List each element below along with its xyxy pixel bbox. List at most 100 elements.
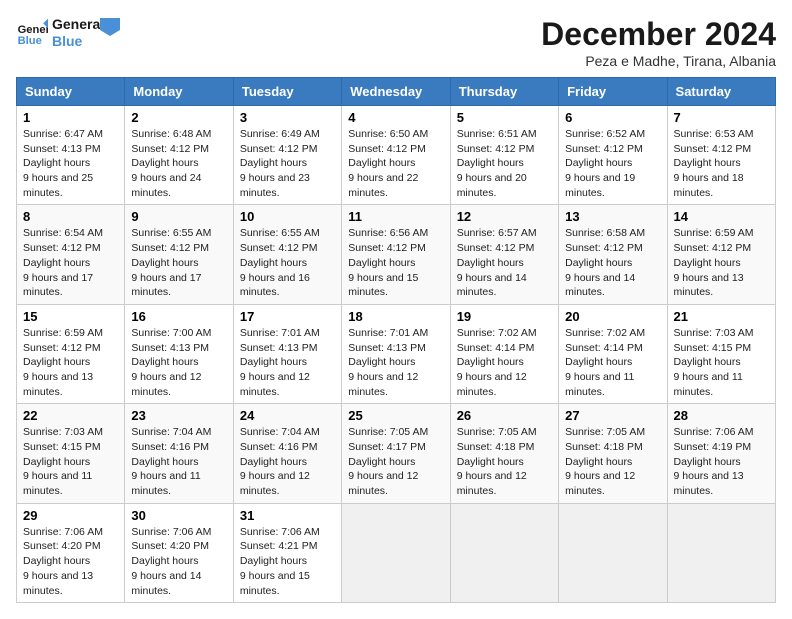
day-info: Sunrise: 7:01 AMSunset: 4:13 PMDaylight … (348, 326, 443, 399)
col-header-tuesday: Tuesday (233, 78, 341, 106)
day-info: Sunrise: 6:54 AMSunset: 4:12 PMDaylight … (23, 226, 118, 299)
logo-icon: General Blue (16, 17, 48, 49)
page-header: General Blue General Blue December 2024 … (16, 16, 776, 69)
calendar-table: SundayMondayTuesdayWednesdayThursdayFrid… (16, 77, 776, 603)
day-info: Sunrise: 6:57 AMSunset: 4:12 PMDaylight … (457, 226, 552, 299)
day-info: Sunrise: 7:05 AMSunset: 4:18 PMDaylight … (565, 425, 660, 498)
day-number: 16 (131, 309, 226, 324)
day-number: 4 (348, 110, 443, 125)
location-subtitle: Peza e Madhe, Tirana, Albania (541, 53, 776, 69)
calendar-cell: 25 Sunrise: 7:05 AMSunset: 4:17 PMDayligh… (342, 404, 450, 503)
day-info: Sunrise: 6:56 AMSunset: 4:12 PMDaylight … (348, 226, 443, 299)
day-info: Sunrise: 6:59 AMSunset: 4:12 PMDaylight … (23, 326, 118, 399)
day-number: 17 (240, 309, 335, 324)
calendar-cell: 8 Sunrise: 6:54 AMSunset: 4:12 PMDaylight… (17, 205, 125, 304)
day-number: 7 (674, 110, 769, 125)
day-number: 15 (23, 309, 118, 324)
calendar-cell: 31 Sunrise: 7:06 AMSunset: 4:21 PMDayligh… (233, 503, 341, 602)
calendar-cell: 1Sunrise: 6:47 AMSunset: 4:13 PMDaylight… (17, 106, 125, 205)
day-info: Sunrise: 6:52 AMSunset: 4:12 PMDaylight … (565, 127, 660, 200)
calendar-week-row: 22 Sunrise: 7:03 AMSunset: 4:15 PMDayligh… (17, 404, 776, 503)
calendar-cell: 29 Sunrise: 7:06 AMSunset: 4:20 PMDayligh… (17, 503, 125, 602)
day-info: Sunrise: 6:55 AMSunset: 4:12 PMDaylight … (240, 226, 335, 299)
day-number: 27 (565, 408, 660, 423)
day-info: Sunrise: 7:03 AMSunset: 4:15 PMDaylight … (674, 326, 769, 399)
day-number: 28 (674, 408, 769, 423)
day-number: 26 (457, 408, 552, 423)
day-info: Sunrise: 6:49 AMSunset: 4:12 PMDaylight … (240, 127, 335, 200)
calendar-cell: 18 Sunrise: 7:01 AMSunset: 4:13 PMDayligh… (342, 304, 450, 403)
calendar-cell: 28 Sunrise: 7:06 AMSunset: 4:19 PMDayligh… (667, 404, 775, 503)
day-number: 18 (348, 309, 443, 324)
day-info: Sunrise: 7:05 AMSunset: 4:17 PMDaylight … (348, 425, 443, 498)
calendar-cell: 3 Sunrise: 6:49 AMSunset: 4:12 PMDaylight… (233, 106, 341, 205)
calendar-cell: 10Sunrise: 6:55 AMSunset: 4:12 PMDayligh… (233, 205, 341, 304)
day-number: 1 (23, 110, 118, 125)
col-header-monday: Monday (125, 78, 233, 106)
day-info: Sunrise: 6:48 AMSunset: 4:12 PMDaylight … (131, 127, 226, 200)
day-number: 11 (348, 209, 443, 224)
day-info: Sunrise: 6:50 AMSunset: 4:12 PMDaylight … (348, 127, 443, 200)
calendar-cell: 4 Sunrise: 6:50 AMSunset: 4:12 PMDaylight… (342, 106, 450, 205)
calendar-cell: 21Sunrise: 7:03 AMSunset: 4:15 PMDayligh… (667, 304, 775, 403)
calendar-cell: 9Sunrise: 6:55 AMSunset: 4:12 PMDaylight… (125, 205, 233, 304)
calendar-cell (342, 503, 450, 602)
calendar-cell: 11 Sunrise: 6:56 AMSunset: 4:12 PMDayligh… (342, 205, 450, 304)
calendar-cell: 15 Sunrise: 6:59 AMSunset: 4:12 PMDayligh… (17, 304, 125, 403)
day-number: 13 (565, 209, 660, 224)
calendar-cell: 14Sunrise: 6:59 AMSunset: 4:12 PMDayligh… (667, 205, 775, 304)
calendar-cell (559, 503, 667, 602)
calendar-cell: 26 Sunrise: 7:05 AMSunset: 4:18 PMDayligh… (450, 404, 558, 503)
day-info: Sunrise: 7:04 AMSunset: 4:16 PMDaylight … (240, 425, 335, 498)
calendar-cell: 20Sunrise: 7:02 AMSunset: 4:14 PMDayligh… (559, 304, 667, 403)
calendar-week-row: 29 Sunrise: 7:06 AMSunset: 4:20 PMDayligh… (17, 503, 776, 602)
day-info: Sunrise: 6:55 AMSunset: 4:12 PMDaylight … (131, 226, 226, 299)
day-number: 22 (23, 408, 118, 423)
day-number: 24 (240, 408, 335, 423)
calendar-cell: 17Sunrise: 7:01 AMSunset: 4:13 PMDayligh… (233, 304, 341, 403)
logo: General Blue General Blue (16, 16, 120, 50)
calendar-cell: 27 Sunrise: 7:05 AMSunset: 4:18 PMDayligh… (559, 404, 667, 503)
day-number: 12 (457, 209, 552, 224)
logo-blue-text: Blue (52, 33, 104, 50)
day-number: 20 (565, 309, 660, 324)
day-number: 30 (131, 508, 226, 523)
col-header-thursday: Thursday (450, 78, 558, 106)
day-number: 31 (240, 508, 335, 523)
day-number: 19 (457, 309, 552, 324)
day-number: 3 (240, 110, 335, 125)
calendar-cell (450, 503, 558, 602)
calendar-cell: 7Sunrise: 6:53 AMSunset: 4:12 PMDaylight… (667, 106, 775, 205)
calendar-week-row: 1Sunrise: 6:47 AMSunset: 4:13 PMDaylight… (17, 106, 776, 205)
day-info: Sunrise: 6:59 AMSunset: 4:12 PMDaylight … (674, 226, 769, 299)
calendar-cell: 13 Sunrise: 6:58 AMSunset: 4:12 PMDayligh… (559, 205, 667, 304)
day-info: Sunrise: 7:03 AMSunset: 4:15 PMDaylight … (23, 425, 118, 498)
day-info: Sunrise: 6:51 AMSunset: 4:12 PMDaylight … (457, 127, 552, 200)
day-number: 5 (457, 110, 552, 125)
calendar-cell: 24 Sunrise: 7:04 AMSunset: 4:16 PMDayligh… (233, 404, 341, 503)
day-number: 29 (23, 508, 118, 523)
day-info: Sunrise: 6:58 AMSunset: 4:12 PMDaylight … (565, 226, 660, 299)
day-info: Sunrise: 7:05 AMSunset: 4:18 PMDaylight … (457, 425, 552, 498)
day-number: 8 (23, 209, 118, 224)
title-area: December 2024 Peza e Madhe, Tirana, Alba… (541, 16, 776, 69)
calendar-cell: 22 Sunrise: 7:03 AMSunset: 4:15 PMDayligh… (17, 404, 125, 503)
calendar-header-row: SundayMondayTuesdayWednesdayThursdayFrid… (17, 78, 776, 106)
svg-text:General: General (18, 24, 48, 36)
day-info: Sunrise: 7:00 AMSunset: 4:13 PMDaylight … (131, 326, 226, 399)
col-header-saturday: Saturday (667, 78, 775, 106)
day-info: Sunrise: 7:06 AMSunset: 4:19 PMDaylight … (674, 425, 769, 498)
logo-flag-icon (100, 18, 120, 38)
day-info: Sunrise: 7:06 AMSunset: 4:20 PMDaylight … (131, 525, 226, 598)
day-number: 2 (131, 110, 226, 125)
calendar-cell: 19Sunrise: 7:02 AMSunset: 4:14 PMDayligh… (450, 304, 558, 403)
calendar-cell: 6Sunrise: 6:52 AMSunset: 4:12 PMDaylight… (559, 106, 667, 205)
day-number: 25 (348, 408, 443, 423)
day-number: 23 (131, 408, 226, 423)
logo-general-text: General (52, 16, 104, 33)
day-info: Sunrise: 7:06 AMSunset: 4:21 PMDaylight … (240, 525, 335, 598)
svg-text:Blue: Blue (18, 35, 42, 47)
col-header-wednesday: Wednesday (342, 78, 450, 106)
day-info: Sunrise: 7:06 AMSunset: 4:20 PMDaylight … (23, 525, 118, 598)
calendar-cell: 12 Sunrise: 6:57 AMSunset: 4:12 PMDayligh… (450, 205, 558, 304)
